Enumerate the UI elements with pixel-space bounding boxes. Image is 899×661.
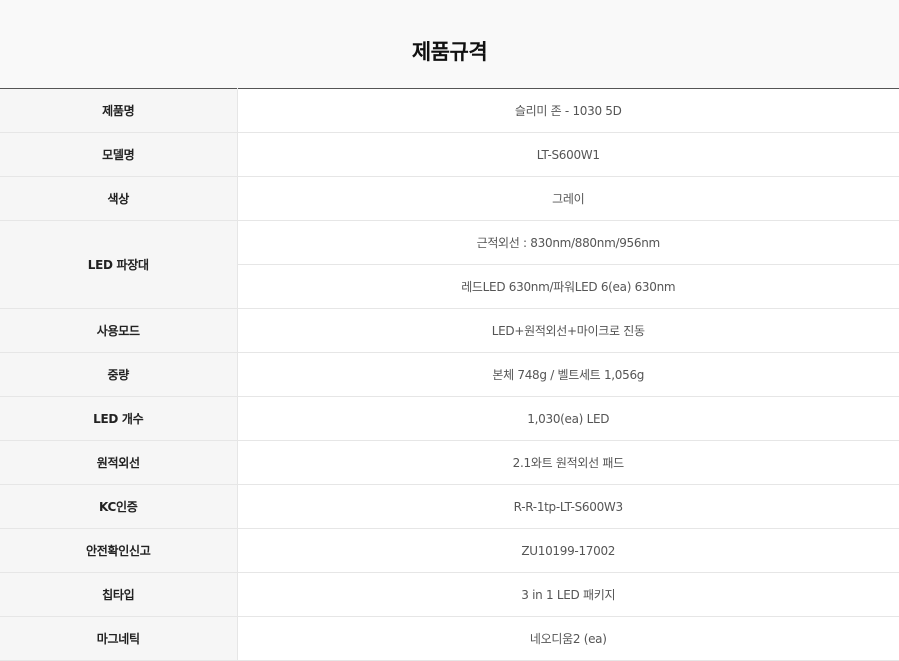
table-row: 중량 본체 748g / 벨트세트 1,056g	[0, 352, 899, 397]
title-area: 제품규격	[0, 0, 899, 88]
spec-label: 제품명	[0, 88, 238, 133]
table-row: 제품명 슬리미 존 - 1030 5D	[0, 88, 899, 133]
spec-label: 사용모드	[0, 308, 238, 353]
spec-label: 칩타입	[0, 572, 238, 617]
spec-value: 2.1와트 원적외선 패드	[237, 440, 899, 485]
table-row: 안전확인신고 ZU10199-17002	[0, 528, 899, 573]
table-row: 칩타입 3 in 1 LED 패키지	[0, 572, 899, 617]
spec-value: 레드LED 630nm/파워LED 6(ea) 630nm	[237, 264, 899, 309]
spec-label: 원적외선	[0, 440, 238, 485]
table-row: KC인증 R-R-1tp-LT-S600W3	[0, 484, 899, 529]
table-row: LED 개수 1,030(ea) LED	[0, 396, 899, 441]
spec-label: 안전확인신고	[0, 528, 238, 573]
spec-page: 제품규격 제품명 슬리미 존 - 1030 5D 모델명 LT-S600W1 색…	[0, 0, 899, 661]
page-title: 제품규격	[411, 39, 488, 64]
spec-label: 모델명	[0, 132, 238, 177]
spec-label: LED 개수	[0, 396, 238, 441]
spec-label: LED 파장대	[0, 220, 238, 309]
spec-label: KC인증	[0, 484, 238, 529]
spec-value: 본체 748g / 벨트세트 1,056g	[237, 352, 899, 397]
table-row: 사용모드 LED+원적외선+마이크로 진동	[0, 308, 899, 353]
table-row: 모델명 LT-S600W1	[0, 132, 899, 177]
table-row: 색상 그레이	[0, 176, 899, 221]
spec-value: 그레이	[237, 176, 899, 221]
table-row: 원적외선 2.1와트 원적외선 패드	[0, 440, 899, 485]
spec-value: ZU10199-17002	[237, 528, 899, 573]
spec-value: 근적외선 : 830nm/880nm/956nm	[237, 220, 899, 265]
spec-value: R-R-1tp-LT-S600W3	[237, 484, 899, 529]
spec-value: LED+원적외선+마이크로 진동	[237, 308, 899, 353]
spec-label: 색상	[0, 176, 238, 221]
spec-value: 3 in 1 LED 패키지	[237, 572, 899, 617]
spec-value: LT-S600W1	[237, 132, 899, 177]
spec-value: 슬리미 존 - 1030 5D	[237, 88, 899, 133]
table-row: LED 파장대 근적외선 : 830nm/880nm/956nm	[0, 220, 899, 309]
spec-label: 중량	[0, 352, 238, 397]
spec-table: 제품명 슬리미 존 - 1030 5D 모델명 LT-S600W1 색상 그레이…	[0, 88, 899, 661]
spec-value: 1,030(ea) LED	[237, 396, 899, 441]
